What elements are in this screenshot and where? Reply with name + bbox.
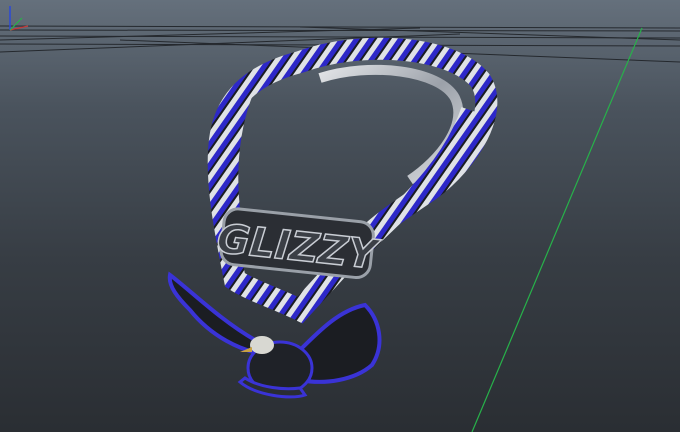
eagle-head [250, 336, 274, 354]
view-axis-indicator [9, 6, 29, 31]
eagle-model[interactable] [0, 0, 680, 432]
maya-3d-viewport[interactable]: GLIZZY [0, 0, 680, 432]
